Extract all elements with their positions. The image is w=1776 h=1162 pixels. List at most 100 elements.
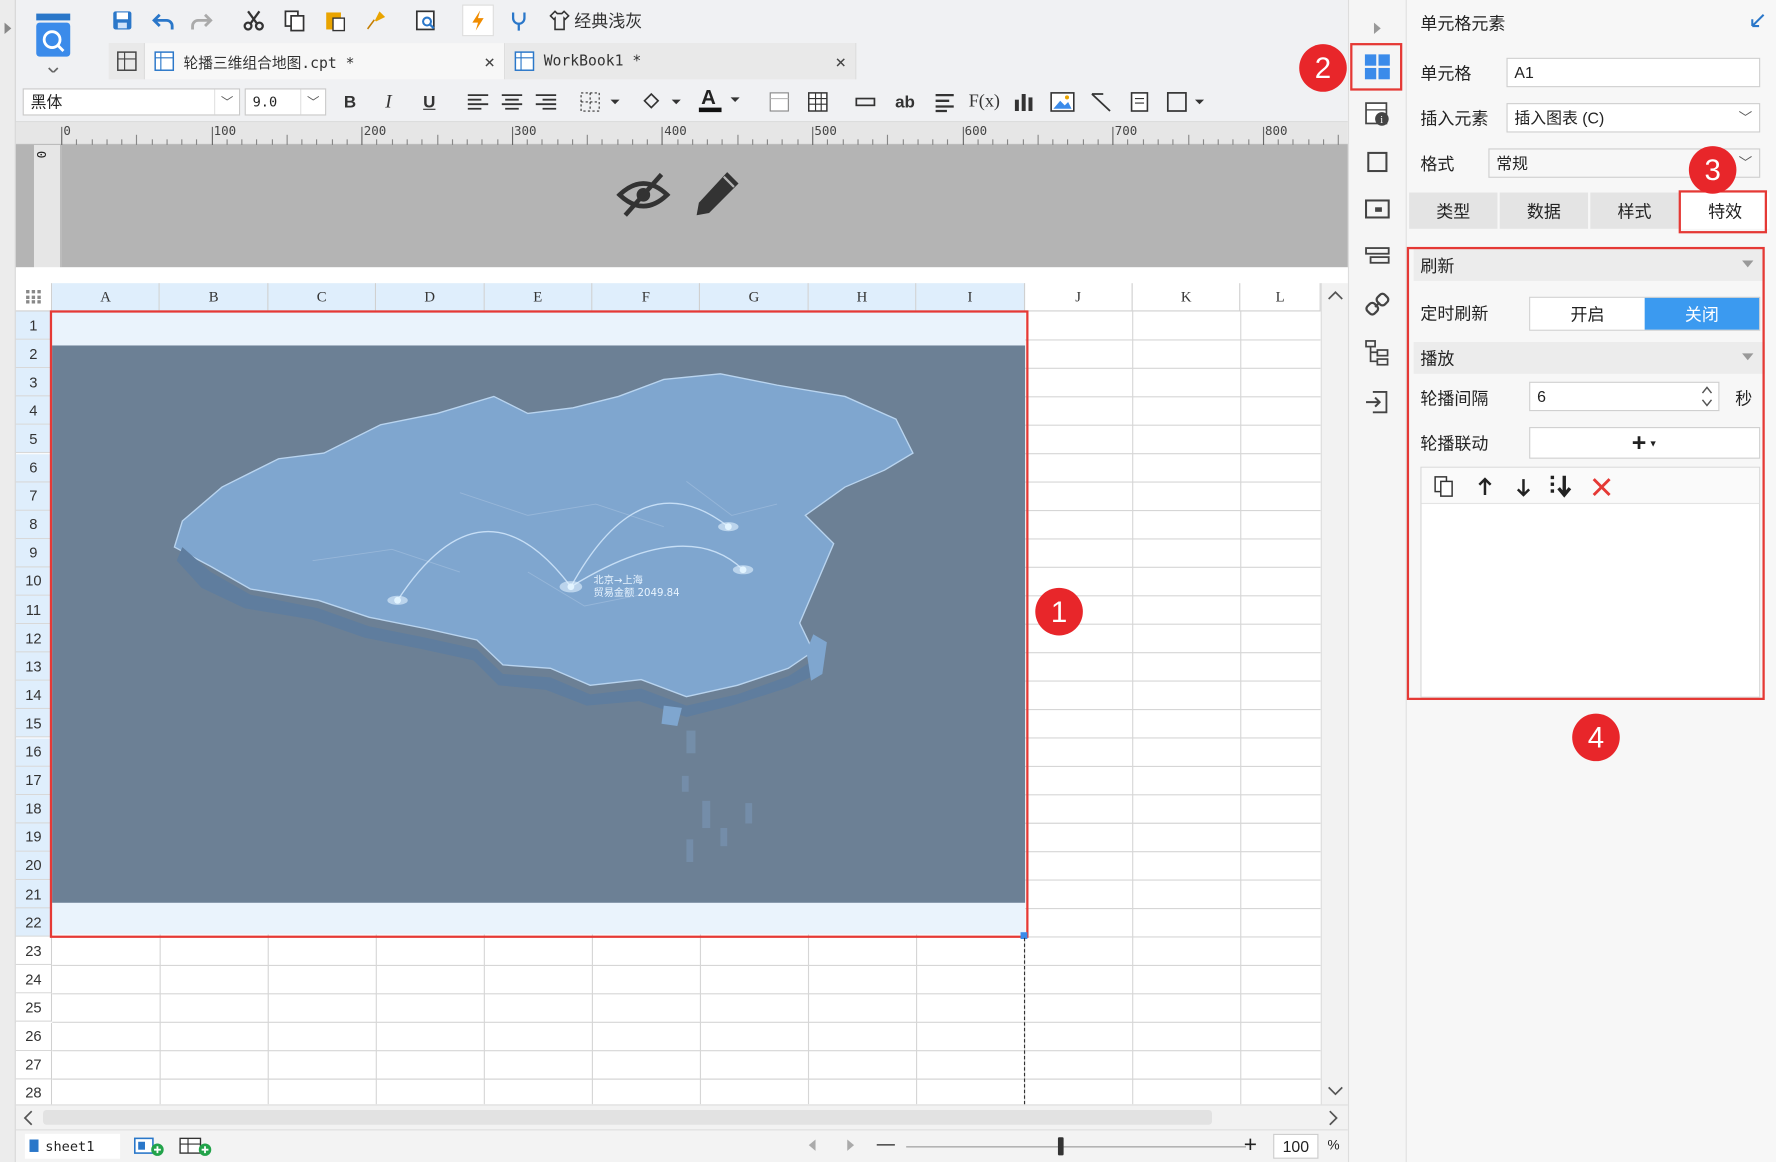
text-field-icon[interactable] <box>852 88 879 115</box>
row-header-6[interactable]: 6 <box>15 453 53 482</box>
row-header-24[interactable]: 24 <box>15 965 53 994</box>
row-header-22[interactable]: 22 <box>15 908 53 937</box>
collapse-panel-icon[interactable] <box>1373 22 1381 34</box>
row-header-28[interactable]: 28 <box>15 1079 53 1108</box>
subreport-icon[interactable] <box>1126 88 1153 115</box>
expand-left-icon[interactable] <box>4 22 12 34</box>
tree-structure-icon[interactable] <box>1360 335 1394 369</box>
row-header-27[interactable]: 27 <box>15 1050 53 1080</box>
column-header-l[interactable]: L <box>1240 283 1321 312</box>
paste-icon[interactable] <box>322 7 349 34</box>
row-header-4[interactable]: 4 <box>15 396 53 426</box>
close-tab-icon[interactable]: × <box>824 50 846 72</box>
lightning-icon[interactable] <box>462 4 494 37</box>
cut-icon[interactable] <box>240 7 267 34</box>
tab-grid-icon-slot[interactable] <box>108 43 145 80</box>
border-icon[interactable] <box>578 88 626 115</box>
column-header-e[interactable]: E <box>484 283 593 312</box>
scroll-left-icon[interactable] <box>20 1107 36 1130</box>
tab-workbook1[interactable]: WorkBook1 * × <box>505 43 857 80</box>
row-header-9[interactable]: 9 <box>15 538 53 568</box>
rich-text-icon[interactable] <box>931 88 958 115</box>
text-ab-button[interactable]: ab <box>890 88 919 115</box>
row-header-2[interactable]: 2 <box>15 339 53 369</box>
cell-attribute-icon[interactable]: i <box>1360 97 1394 131</box>
column-header-h[interactable]: H <box>808 283 917 312</box>
align-right-icon[interactable] <box>532 88 559 115</box>
row-header-15[interactable]: 15 <box>15 709 53 738</box>
zoom-in-button[interactable]: + <box>1244 1133 1257 1159</box>
cell-name-input[interactable]: A1 <box>1506 57 1761 88</box>
edit-pencil-icon[interactable] <box>693 168 743 218</box>
row-header-7[interactable]: 7 <box>15 482 53 511</box>
column-header-b[interactable]: B <box>160 283 269 312</box>
cell-blank-icon[interactable] <box>766 88 793 115</box>
underline-button[interactable]: U <box>417 88 442 115</box>
horizontal-scrollbar[interactable] <box>15 1104 1348 1130</box>
table-icon[interactable] <box>804 88 831 115</box>
left-collapse-strip[interactable] <box>0 0 16 1162</box>
frame-select-icon[interactable] <box>1164 88 1209 115</box>
tab-data[interactable]: 数据 <box>1499 192 1589 229</box>
row-header-10[interactable]: 10 <box>15 567 53 596</box>
zoom-slider-thumb[interactable] <box>1057 1137 1064 1156</box>
widget-frame-icon[interactable] <box>1360 145 1394 179</box>
tab-carousel-map[interactable]: 轮播三维组合地图.cpt * × <box>144 43 506 80</box>
row-header-19[interactable]: 19 <box>15 823 53 852</box>
row-header-23[interactable]: 23 <box>15 936 53 966</box>
align-left-icon[interactable] <box>464 88 491 115</box>
row-header-25[interactable]: 25 <box>15 993 53 1023</box>
row-header-11[interactable]: 11 <box>15 595 53 625</box>
hscroll-thumb[interactable] <box>43 1110 1212 1125</box>
plugin-icon[interactable] <box>505 7 532 34</box>
row-header-16[interactable]: 16 <box>15 737 53 767</box>
hidden-eye-icon[interactable] <box>616 170 671 220</box>
font-size-select[interactable]: 9.0 ﹀ <box>244 88 327 116</box>
select-all-corner[interactable] <box>15 283 53 312</box>
tab-type[interactable]: 类型 <box>1409 192 1498 229</box>
zoom-out-button[interactable]: — <box>877 1135 895 1155</box>
column-header-k[interactable]: K <box>1132 283 1241 312</box>
row-header-14[interactable]: 14 <box>15 681 53 710</box>
app-logo[interactable] <box>27 9 79 74</box>
import-icon[interactable] <box>1360 385 1394 419</box>
sheet-tab-sheet1[interactable]: sheet1 <box>24 1133 121 1159</box>
font-color-icon[interactable]: A <box>695 86 745 113</box>
save-icon[interactable] <box>109 7 136 34</box>
image-icon[interactable] <box>1049 88 1076 115</box>
condition-attribute-icon[interactable] <box>1360 240 1394 274</box>
zoom-input[interactable]: 100 <box>1273 1133 1319 1159</box>
column-header-d[interactable]: D <box>376 283 485 312</box>
row-header-20[interactable]: 20 <box>15 851 53 880</box>
column-header-f[interactable]: F <box>592 283 701 312</box>
classic-theme-button[interactable]: 经典浅灰 <box>548 7 657 34</box>
prev-sheet-icon[interactable] <box>808 1139 816 1151</box>
widget-panel-icon[interactable] <box>1360 193 1394 227</box>
column-header-j[interactable]: J <box>1024 283 1133 312</box>
preview-icon[interactable] <box>412 7 439 34</box>
scroll-up-icon[interactable] <box>1323 288 1348 304</box>
column-header-g[interactable]: G <box>700 283 809 312</box>
add-sheet-icon[interactable] <box>133 1136 166 1156</box>
undo-icon[interactable] <box>150 7 177 34</box>
row-header-12[interactable]: 12 <box>15 624 53 653</box>
zoom-slider-track[interactable] <box>906 1146 1246 1148</box>
hyperlink-icon[interactable] <box>1360 288 1394 322</box>
row-header-13[interactable]: 13 <box>15 652 53 681</box>
add-dashboard-sheet-icon[interactable] <box>179 1136 213 1156</box>
row-header-1[interactable]: 1 <box>15 311 53 340</box>
report-header-region[interactable] <box>61 144 1348 268</box>
slash-icon[interactable] <box>1087 88 1114 115</box>
row-header-5[interactable]: 5 <box>15 425 53 454</box>
bold-button[interactable]: B <box>338 88 363 115</box>
next-sheet-icon[interactable] <box>847 1139 855 1151</box>
pin-arrow-icon[interactable] <box>1749 11 1767 29</box>
font-name-select[interactable]: 黑体 ﹀ <box>22 88 241 116</box>
scroll-down-icon[interactable] <box>1323 1083 1348 1099</box>
row-header-21[interactable]: 21 <box>15 880 53 909</box>
row-header-18[interactable]: 18 <box>15 794 53 824</box>
row-header-26[interactable]: 26 <box>15 1022 53 1051</box>
format-painter-icon[interactable] <box>362 7 389 34</box>
copy-icon[interactable] <box>281 7 308 34</box>
tab-style[interactable]: 样式 <box>1590 192 1679 229</box>
